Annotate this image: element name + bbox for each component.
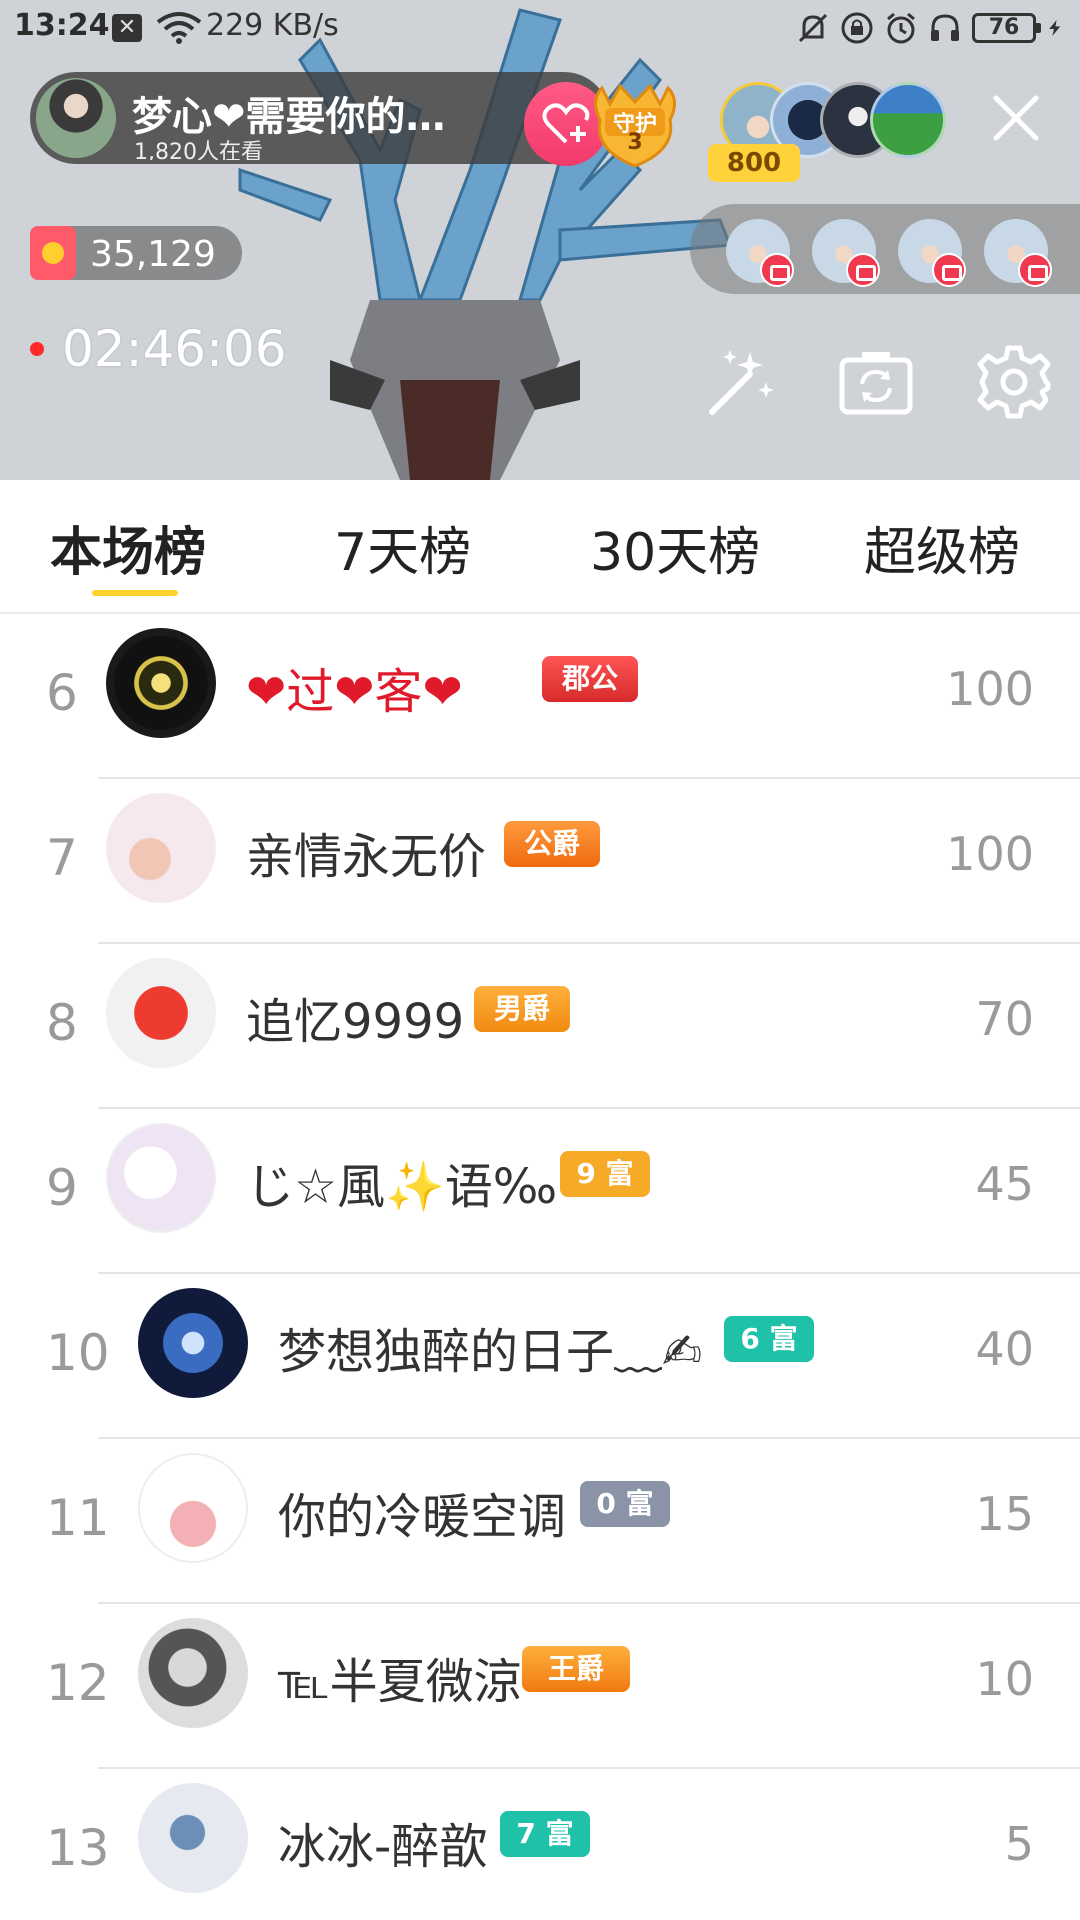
score: 45 bbox=[975, 1157, 1034, 1211]
rank-number: 6 bbox=[46, 664, 78, 722]
list-item[interactable]: 11 你的冷暖空调 0 富 15 bbox=[0, 1439, 1080, 1604]
tab-current-session[interactable]: 本场榜 bbox=[50, 510, 206, 585]
coin-icon bbox=[30, 226, 76, 280]
title-badge: 王爵 bbox=[522, 1646, 630, 1692]
user-name: 亲情永无价 bbox=[246, 829, 487, 885]
status-icons: 76 bbox=[796, 10, 1064, 46]
active-tab-indicator bbox=[92, 590, 178, 596]
status-bar: 13:24 ✕ 229 KB/s 76 bbox=[0, 0, 1080, 56]
charging-icon bbox=[1049, 20, 1061, 36]
guard-count: 3 bbox=[627, 130, 643, 155]
coin-balance-pill[interactable]: 35,129 bbox=[30, 226, 242, 280]
avatar[interactable] bbox=[106, 628, 216, 738]
score: 100 bbox=[946, 827, 1034, 881]
live-dot bbox=[30, 342, 44, 356]
user-name: 你的冷暖空调 bbox=[278, 1489, 567, 1545]
wealth-badge: 7 富 bbox=[500, 1811, 590, 1857]
title-badge: 男爵 bbox=[474, 986, 570, 1032]
list-item[interactable]: 6 ❤过❤客❤ 郡公 100 bbox=[0, 614, 1080, 779]
sofa-seat[interactable] bbox=[984, 219, 1052, 287]
host-avatar[interactable] bbox=[36, 78, 116, 158]
switch-camera-icon[interactable] bbox=[836, 342, 916, 422]
wealth-badge: 0 富 bbox=[580, 1481, 670, 1527]
notification-icon: ✕ bbox=[112, 14, 142, 42]
lock-rotation-icon bbox=[841, 12, 873, 44]
wifi-icon bbox=[156, 12, 202, 44]
battery-icon: 76 bbox=[972, 13, 1041, 43]
leaderboard-tabs: 本场榜 7天榜 30天榜 超级榜 bbox=[0, 480, 1080, 614]
avatar[interactable] bbox=[106, 793, 216, 903]
score: 70 bbox=[975, 992, 1034, 1046]
wealth-badge: 9 富 bbox=[560, 1151, 650, 1197]
heart-plus-icon bbox=[542, 103, 590, 144]
sofa-icon bbox=[1018, 253, 1052, 287]
rank-number: 12 bbox=[46, 1654, 110, 1712]
sofa-seat[interactable] bbox=[726, 219, 794, 287]
user-name: 梦想独醉的日子﹏✍ bbox=[278, 1324, 703, 1380]
settings-gear-icon[interactable] bbox=[974, 342, 1054, 422]
rank-number: 8 bbox=[46, 994, 78, 1052]
viewer-count-badge: 800 bbox=[708, 144, 800, 182]
rank-number: 13 bbox=[46, 1819, 110, 1877]
list-item[interactable]: 7 亲情永无价 公爵 100 bbox=[0, 779, 1080, 944]
sofa-seat-bar bbox=[690, 204, 1080, 294]
user-name: 追忆9999 bbox=[246, 994, 465, 1050]
host-info-pill[interactable]: 梦心❤需要你的… 1,820人在看 bbox=[30, 72, 610, 164]
avatar[interactable] bbox=[106, 958, 216, 1068]
list-item[interactable]: 13 冰冰-醉歆 7 富 5 bbox=[0, 1769, 1080, 1920]
user-name: ❤过❤客❤ bbox=[246, 664, 463, 720]
rank-number: 11 bbox=[46, 1489, 110, 1547]
score: 100 bbox=[946, 662, 1034, 716]
sofa-icon bbox=[846, 253, 880, 287]
ranking-list: 6 ❤过❤客❤ 郡公 100 7 亲情永无价 公爵 100 8 追忆9999 男… bbox=[0, 614, 1080, 1920]
beauty-wand-icon[interactable] bbox=[700, 342, 780, 422]
sofa-icon bbox=[932, 253, 966, 287]
tab-super[interactable]: 超级榜 bbox=[864, 510, 1020, 585]
avatar[interactable] bbox=[106, 1123, 216, 1233]
list-item[interactable]: 9 じ☆風✨语‰ 9 富 45 bbox=[0, 1109, 1080, 1274]
score: 15 bbox=[975, 1487, 1034, 1541]
tab-30-days[interactable]: 30天榜 bbox=[590, 510, 760, 585]
score: 5 bbox=[1004, 1817, 1034, 1871]
title-badge: 公爵 bbox=[504, 821, 600, 867]
host-viewer-count: 1,820人在看 bbox=[134, 140, 263, 160]
rank-number: 9 bbox=[46, 1159, 78, 1217]
status-time: 13:24 bbox=[14, 8, 110, 43]
sofa-seat[interactable] bbox=[898, 219, 966, 287]
score: 40 bbox=[975, 1322, 1034, 1376]
avatar[interactable] bbox=[138, 1783, 248, 1893]
rank-number: 10 bbox=[46, 1324, 110, 1382]
alarm-icon bbox=[887, 12, 915, 44]
live-video-area: 13:24 ✕ 229 KB/s 76 梦心❤需要你的… 1,820人在看 守护… bbox=[0, 0, 1080, 480]
avatar[interactable] bbox=[138, 1618, 248, 1728]
user-name: 冰冰-醉歆 bbox=[278, 1819, 488, 1875]
avatar[interactable] bbox=[138, 1288, 248, 1398]
wealth-badge: 6 富 bbox=[724, 1316, 814, 1362]
list-item[interactable]: 8 追忆9999 男爵 70 bbox=[0, 944, 1080, 1109]
viewer-avatar[interactable] bbox=[870, 82, 946, 158]
tab-7-days[interactable]: 7天榜 bbox=[334, 510, 471, 585]
avatar[interactable] bbox=[138, 1453, 248, 1563]
user-name: ℡半夏微涼 bbox=[278, 1654, 522, 1710]
live-timer: 02:46:06 bbox=[30, 320, 287, 378]
close-icon[interactable] bbox=[990, 92, 1042, 144]
sofa-icon bbox=[760, 253, 794, 287]
sofa-seat[interactable] bbox=[812, 219, 880, 287]
mute-bell-icon bbox=[798, 13, 828, 43]
user-name: じ☆風✨语‰ bbox=[246, 1159, 558, 1215]
title-badge: 郡公 bbox=[542, 656, 638, 702]
list-item[interactable]: 12 ℡半夏微涼 王爵 10 bbox=[0, 1604, 1080, 1769]
live-duration: 02:46:06 bbox=[62, 320, 287, 378]
score: 10 bbox=[975, 1652, 1034, 1706]
coin-value: 35,129 bbox=[90, 234, 216, 275]
headphones-icon bbox=[931, 14, 959, 41]
rank-number: 7 bbox=[46, 829, 78, 887]
network-speed: 229 KB/s bbox=[206, 8, 339, 43]
list-item[interactable]: 10 梦想独醉的日子﹏✍ 6 富 40 bbox=[0, 1274, 1080, 1439]
